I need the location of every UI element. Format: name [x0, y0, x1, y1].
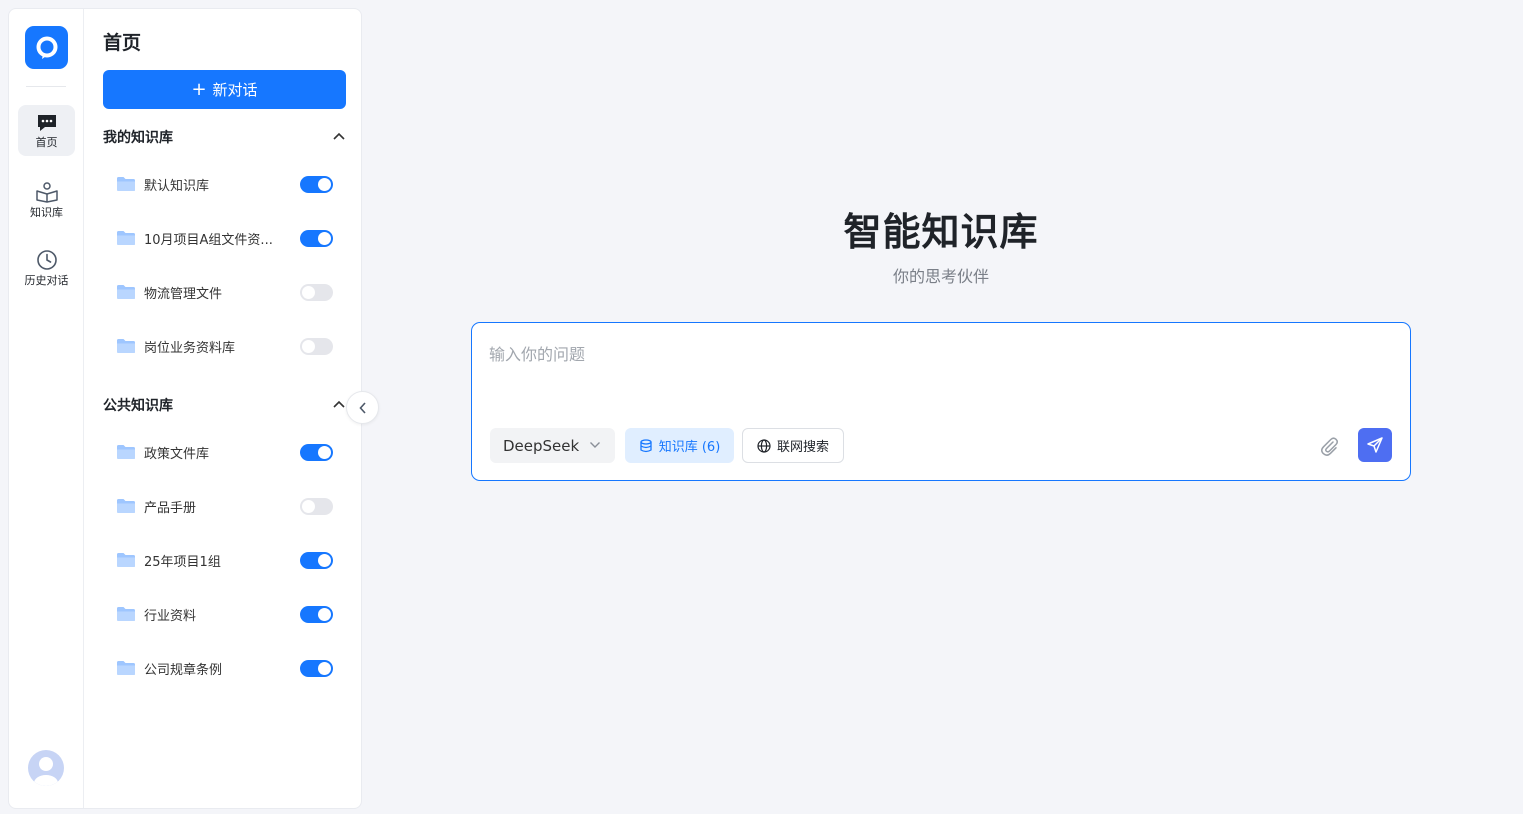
kb-item[interactable]: 10月项目A组文件资...	[116, 223, 334, 253]
rail-item-home[interactable]: 首页	[18, 105, 75, 156]
folder-icon	[117, 339, 135, 353]
kb-toggle[interactable]	[300, 660, 333, 677]
knowledge-base-chip[interactable]: 知识库 (6)	[625, 428, 734, 463]
chevron-left-icon	[358, 401, 366, 414]
kb-toggle[interactable]	[300, 606, 333, 623]
folder-icon	[117, 177, 135, 191]
web-search-chip-label: 联网搜索	[776, 440, 829, 455]
kb-item-name: 默认知识库	[144, 178, 210, 194]
kb-item[interactable]: 产品手册	[116, 491, 334, 521]
kb-toggle[interactable]	[300, 338, 333, 355]
knowledge-panel: 首页 + 新对话 我的知识库 默认知识库 10月项目A组文件资... 物流管理文…	[84, 9, 361, 808]
rail-divider	[26, 86, 66, 87]
kb-item[interactable]: 物流管理文件	[116, 277, 334, 307]
new-chat-button[interactable]: + 新对话	[103, 70, 346, 109]
send-button[interactable]	[1358, 428, 1392, 462]
kb-item-name: 产品手册	[144, 500, 197, 516]
page-subtitle: 你的思考伙伴	[892, 267, 989, 286]
knowledge-base-chip-label: 知识库 (6)	[658, 440, 721, 455]
user-icon	[34, 757, 58, 786]
chevron-down-icon	[590, 442, 600, 448]
kb-toggle[interactable]	[300, 176, 333, 193]
kb-item[interactable]: 行业资料	[116, 599, 334, 629]
rail-item-label: 首页	[35, 135, 58, 149]
book-reader-icon	[35, 181, 58, 203]
kb-toggle[interactable]	[300, 498, 333, 515]
folder-icon	[117, 553, 135, 567]
kb-item[interactable]: 岗位业务资料库	[116, 331, 334, 361]
rail-item-label: 知识库	[30, 205, 63, 219]
icon-rail: 首页 知识库 历史对话	[9, 9, 84, 808]
new-chat-label: 新对话	[212, 81, 258, 99]
clock-icon	[36, 249, 57, 270]
user-avatar[interactable]	[28, 750, 64, 786]
web-search-chip[interactable]: 联网搜索	[742, 428, 844, 463]
paperclip-icon[interactable]	[1318, 435, 1340, 457]
database-icon	[640, 438, 652, 452]
send-icon	[1367, 437, 1383, 453]
kb-item[interactable]: 25年项目1组	[116, 545, 334, 575]
folder-icon	[117, 231, 135, 245]
rail-item-label: 历史对话	[24, 273, 69, 287]
rail-item-history[interactable]: 历史对话	[18, 242, 75, 293]
my-kb-title: 我的知识库	[103, 130, 173, 146]
rail-item-knowledge[interactable]: 知识库	[18, 174, 75, 225]
kb-item-name: 10月项目A组文件资...	[144, 232, 273, 248]
kb-item[interactable]: 政策文件库	[116, 437, 334, 467]
model-select[interactable]: DeepSeek	[490, 428, 615, 463]
globe-icon	[757, 438, 771, 453]
collapse-sidebar-button[interactable]	[346, 391, 379, 424]
public-kb-title: 公共知识库	[103, 398, 173, 414]
page-title: 智能知识库	[843, 210, 1039, 254]
kb-item-name: 公司规章条例	[144, 662, 223, 678]
plus-icon: +	[191, 78, 207, 100]
kb-item[interactable]: 默认知识库	[116, 169, 334, 199]
chat-composer: DeepSeek 知识库 (6) 联网搜索	[471, 322, 1411, 481]
kb-item-name: 25年项目1组	[144, 554, 221, 570]
kb-item-name: 岗位业务资料库	[144, 340, 236, 356]
my-kb-section-header[interactable]: 我的知识库	[103, 127, 346, 147]
folder-icon	[117, 607, 135, 621]
question-input[interactable]	[489, 341, 1389, 401]
kb-item-name: 物流管理文件	[144, 286, 223, 302]
folder-icon	[117, 285, 135, 299]
kb-toggle[interactable]	[300, 284, 333, 301]
sidebar-shell: 首页 知识库 历史对话 首页 + 新对话 我的知识库 默认知识库 10月项目A组…	[8, 8, 362, 809]
app-logo[interactable]	[25, 26, 68, 69]
model-select-value: DeepSeek	[503, 436, 580, 455]
public-kb-section-header[interactable]: 公共知识库	[103, 395, 346, 415]
chevron-up-icon	[333, 400, 345, 408]
kb-toggle[interactable]	[300, 444, 333, 461]
chat-bubble-icon	[37, 114, 56, 131]
kb-toggle[interactable]	[300, 552, 333, 569]
kb-item-name: 政策文件库	[144, 446, 210, 462]
logo-icon	[36, 36, 57, 59]
kb-item[interactable]: 公司规章条例	[116, 653, 334, 683]
folder-icon	[117, 499, 135, 513]
folder-icon	[117, 661, 135, 675]
panel-title: 首页	[103, 32, 142, 54]
kb-toggle[interactable]	[300, 230, 333, 247]
kb-item-name: 行业资料	[144, 608, 197, 624]
folder-icon	[117, 445, 135, 459]
chevron-up-icon	[333, 132, 345, 140]
